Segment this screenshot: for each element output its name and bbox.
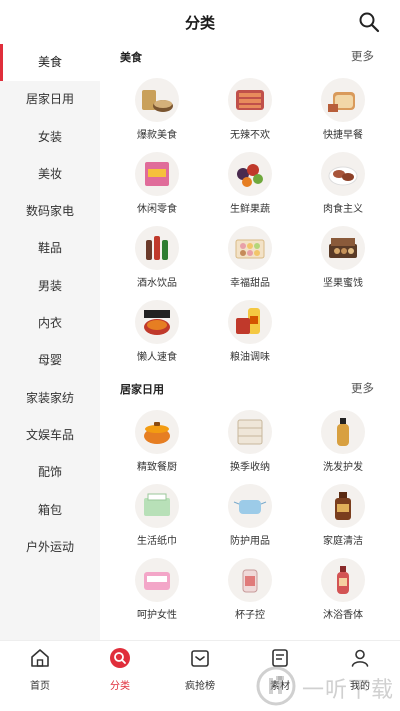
grid-item-label: 幸福甜品 bbox=[230, 278, 270, 289]
grid-item-label: 洗发护发 bbox=[323, 462, 363, 473]
grid-item[interactable]: 爆款美食 bbox=[112, 78, 202, 141]
sidebar-item-outdoor[interactable]: 户外运动 bbox=[0, 529, 100, 566]
sidebar-item-underwear[interactable]: 内衣 bbox=[0, 305, 100, 342]
oil-rice-icon bbox=[228, 300, 272, 344]
tab-label: 疯抢榜 bbox=[185, 681, 215, 692]
grid-item-label: 酒水饮品 bbox=[137, 278, 177, 289]
sidebar-item-beauty[interactable]: 美妆 bbox=[0, 156, 100, 193]
watermark-logo-icon bbox=[256, 666, 296, 706]
section-food: 美食 更多 爆款美食 无辣不欢 快捷早餐 休闲零食 生鲜果蔬 肉食主义 酒水饮品… bbox=[100, 46, 400, 363]
grid-item-label: 呵护女性 bbox=[137, 610, 177, 621]
grid-item[interactable]: 杯子控 bbox=[205, 558, 295, 621]
page-title: 分类 bbox=[184, 14, 215, 32]
header: 分类 bbox=[0, 0, 400, 44]
grid-item[interactable]: 呵护女性 bbox=[112, 558, 202, 621]
sidebar-item-shoes[interactable]: 鞋品 bbox=[0, 230, 100, 267]
section-title: 美食 bbox=[120, 51, 142, 64]
sidebar-item-mens-wear[interactable]: 男装 bbox=[0, 268, 100, 305]
grid-item-label: 懒人速食 bbox=[137, 352, 177, 363]
ranking-icon bbox=[191, 650, 209, 667]
tab-home[interactable]: 首页 bbox=[0, 647, 80, 692]
watermark: 一听下载 bbox=[248, 662, 400, 711]
drink-bottles-icon bbox=[135, 226, 179, 270]
grid-item-label: 精致餐厨 bbox=[137, 462, 177, 473]
grid-item[interactable]: 换季收纳 bbox=[205, 410, 295, 473]
grid-item-label: 生鲜果蔬 bbox=[230, 204, 270, 215]
pot-icon bbox=[135, 410, 179, 454]
body-wash-icon bbox=[321, 558, 365, 602]
category-content: 美食 更多 爆款美食 无辣不欢 快捷早餐 休闲零食 生鲜果蔬 肉食主义 酒水饮品… bbox=[100, 44, 400, 640]
grid-item[interactable]: 生活纸巾 bbox=[112, 484, 202, 547]
grid-item-label: 坚果蜜饯 bbox=[323, 278, 363, 289]
grid-item-label: 快捷早餐 bbox=[323, 130, 363, 141]
search-icon[interactable] bbox=[358, 11, 380, 33]
grid-item[interactable]: 休闲零食 bbox=[112, 152, 202, 215]
cleaner-bottle-icon bbox=[321, 484, 365, 528]
tissue-icon bbox=[135, 484, 179, 528]
grid-item[interactable]: 肉食主义 bbox=[298, 152, 388, 215]
sidebar-item-digital[interactable]: 数码家电 bbox=[0, 193, 100, 230]
sidebar-item-home-daily[interactable]: 居家日用 bbox=[0, 81, 100, 118]
fruit-plate-icon bbox=[228, 152, 272, 196]
category-sidebar: 美食 居家日用 女装 美妆 数码家电 鞋品 男装 内衣 母婴 家装家纺 文娱车品… bbox=[0, 44, 100, 640]
section-header: 美食 更多 bbox=[100, 46, 400, 68]
grid-item[interactable]: 家庭清洁 bbox=[298, 484, 388, 547]
section-home-daily: 居家日用 更多 精致餐厨 换季收纳 洗发护发 生活纸巾 防护用品 家庭清洁 呵护… bbox=[100, 378, 400, 621]
watermark-text: 一听下载 bbox=[302, 678, 395, 703]
grid-item[interactable]: 懒人速食 bbox=[112, 300, 202, 363]
grid-item-label: 粮油调味 bbox=[230, 352, 270, 363]
grid-item[interactable]: 坚果蜜饯 bbox=[298, 226, 388, 289]
sidebar-item-food[interactable]: 美食 bbox=[0, 44, 100, 82]
sidebar-item-entertainment-car[interactable]: 文娱车品 bbox=[0, 417, 100, 454]
storage-box-icon bbox=[228, 410, 272, 454]
sidebar-item-womens-wear[interactable]: 女装 bbox=[0, 119, 100, 156]
more-link[interactable]: 更多 bbox=[351, 380, 374, 396]
grid-item[interactable]: 精致餐厨 bbox=[112, 410, 202, 473]
sidebar-item-home-textile[interactable]: 家装家纺 bbox=[0, 380, 100, 417]
category-search-icon bbox=[110, 648, 130, 668]
grid-item[interactable]: 粮油调味 bbox=[205, 300, 295, 363]
grid-item[interactable]: 快捷早餐 bbox=[298, 78, 388, 141]
grid-item[interactable]: 幸福甜品 bbox=[205, 226, 295, 289]
grid-item[interactable]: 沐浴香体 bbox=[298, 558, 388, 621]
grid-item[interactable]: 酒水饮品 bbox=[112, 226, 202, 289]
grid-item-label: 家庭清洁 bbox=[323, 536, 363, 547]
pad-icon bbox=[135, 558, 179, 602]
bread-icon bbox=[321, 78, 365, 122]
grid-item-label: 防护用品 bbox=[230, 536, 270, 547]
grid-item-label: 肉食主义 bbox=[323, 204, 363, 215]
grid-item-label: 沐浴香体 bbox=[323, 610, 363, 621]
home-icon bbox=[31, 649, 49, 667]
tab-ranking[interactable]: 疯抢榜 bbox=[160, 647, 240, 692]
tab-category[interactable]: 分类 bbox=[80, 647, 160, 692]
hotpot-icon bbox=[135, 300, 179, 344]
grid-item-label: 无辣不欢 bbox=[230, 130, 270, 141]
grid-item-label: 杯子控 bbox=[235, 610, 265, 621]
grid-item[interactable]: 防护用品 bbox=[205, 484, 295, 547]
grid-item-label: 换季收纳 bbox=[230, 462, 270, 473]
tab-label: 首页 bbox=[30, 681, 50, 692]
cup-icon bbox=[228, 558, 272, 602]
grid-item[interactable]: 无辣不欢 bbox=[205, 78, 295, 141]
sidebar-item-bags[interactable]: 箱包 bbox=[0, 492, 100, 529]
grid-item-label: 休闲零食 bbox=[137, 204, 177, 215]
section-header: 居家日用 更多 bbox=[100, 378, 400, 400]
dessert-box-icon bbox=[228, 226, 272, 270]
mask-icon bbox=[228, 484, 272, 528]
snack-bag-icon bbox=[135, 152, 179, 196]
snack-bowl-icon bbox=[135, 78, 179, 122]
sidebar-item-accessories[interactable]: 配饰 bbox=[0, 454, 100, 491]
sidebar-item-baby[interactable]: 母婴 bbox=[0, 342, 100, 379]
shampoo-icon bbox=[321, 410, 365, 454]
grid-item[interactable]: 生鲜果蔬 bbox=[205, 152, 295, 215]
section-title: 居家日用 bbox=[120, 383, 164, 396]
grid-item[interactable]: 洗发护发 bbox=[298, 410, 388, 473]
nut-gift-box-icon bbox=[321, 226, 365, 270]
more-link[interactable]: 更多 bbox=[351, 48, 374, 64]
spicy-meat-icon bbox=[228, 78, 272, 122]
meat-plate-icon bbox=[321, 152, 365, 196]
grid-item-label: 爆款美食 bbox=[137, 130, 177, 141]
grid-item-label: 生活纸巾 bbox=[137, 536, 177, 547]
tab-label: 分类 bbox=[110, 681, 130, 692]
